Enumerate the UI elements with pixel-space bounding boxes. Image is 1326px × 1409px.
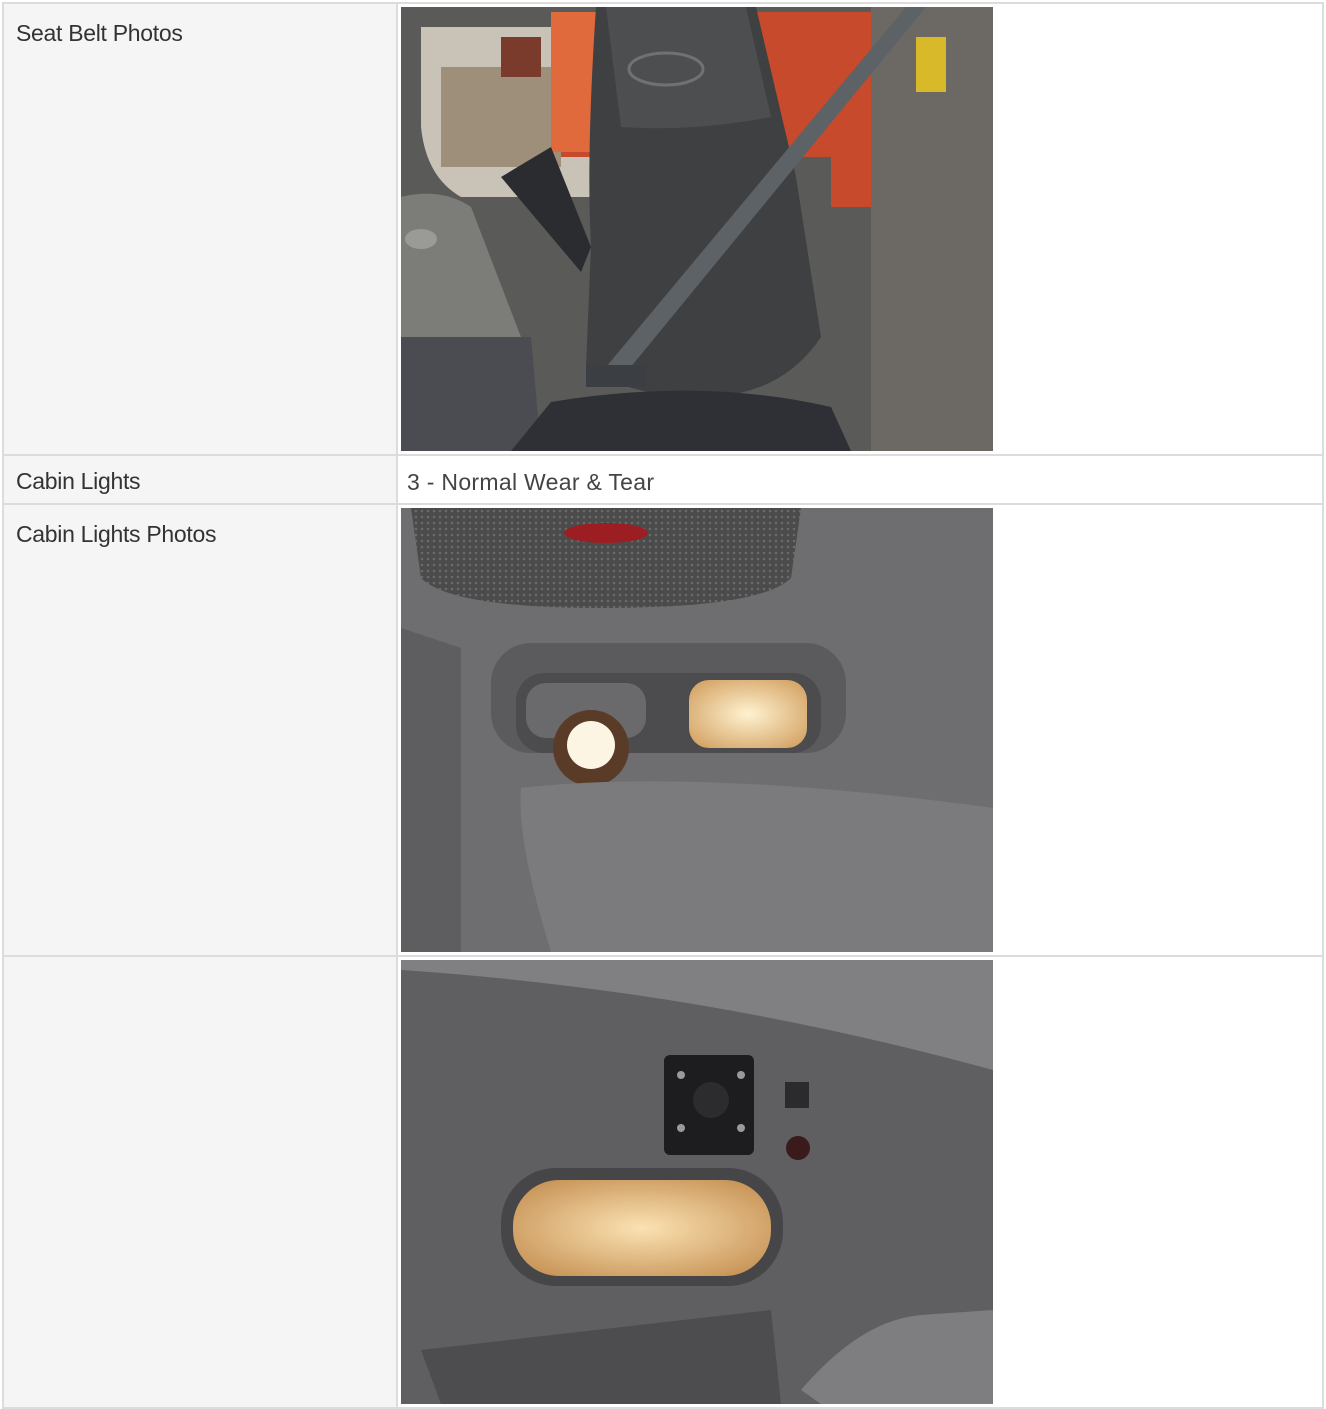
row-label: Seat Belt Photos <box>16 20 183 46</box>
table-row <box>2 955 1324 1409</box>
row-label <box>4 957 396 973</box>
seat-belt-photo[interactable] <box>401 7 993 451</box>
cabin-lights-rating: 3 - Normal Wear & Tear <box>407 469 655 495</box>
row-label-cell: Cabin Lights <box>2 454 398 505</box>
row-value-cell <box>396 2 1324 456</box>
row-label-cell: Cabin Lights Photos <box>2 503 398 957</box>
inspection-report-table: Seat Belt Photos Cabin Lights 3 - Normal… <box>2 2 1324 1409</box>
row-value-cell: 3 - Normal Wear & Tear <box>396 454 1324 505</box>
cabin-lights-photo-2[interactable] <box>401 960 993 1404</box>
table-row: Seat Belt Photos <box>2 2 1324 456</box>
row-label-cell <box>2 955 398 1409</box>
row-label-cell: Seat Belt Photos <box>2 2 398 456</box>
table-row: Cabin Lights 3 - Normal Wear & Tear <box>2 454 1324 505</box>
table-row: Cabin Lights Photos <box>2 503 1324 957</box>
cabin-lights-photo-1[interactable] <box>401 508 993 952</box>
row-label: Cabin Lights <box>16 468 141 494</box>
row-value-cell <box>396 955 1324 1409</box>
row-value-cell <box>396 503 1324 957</box>
row-label: Cabin Lights Photos <box>16 521 217 547</box>
